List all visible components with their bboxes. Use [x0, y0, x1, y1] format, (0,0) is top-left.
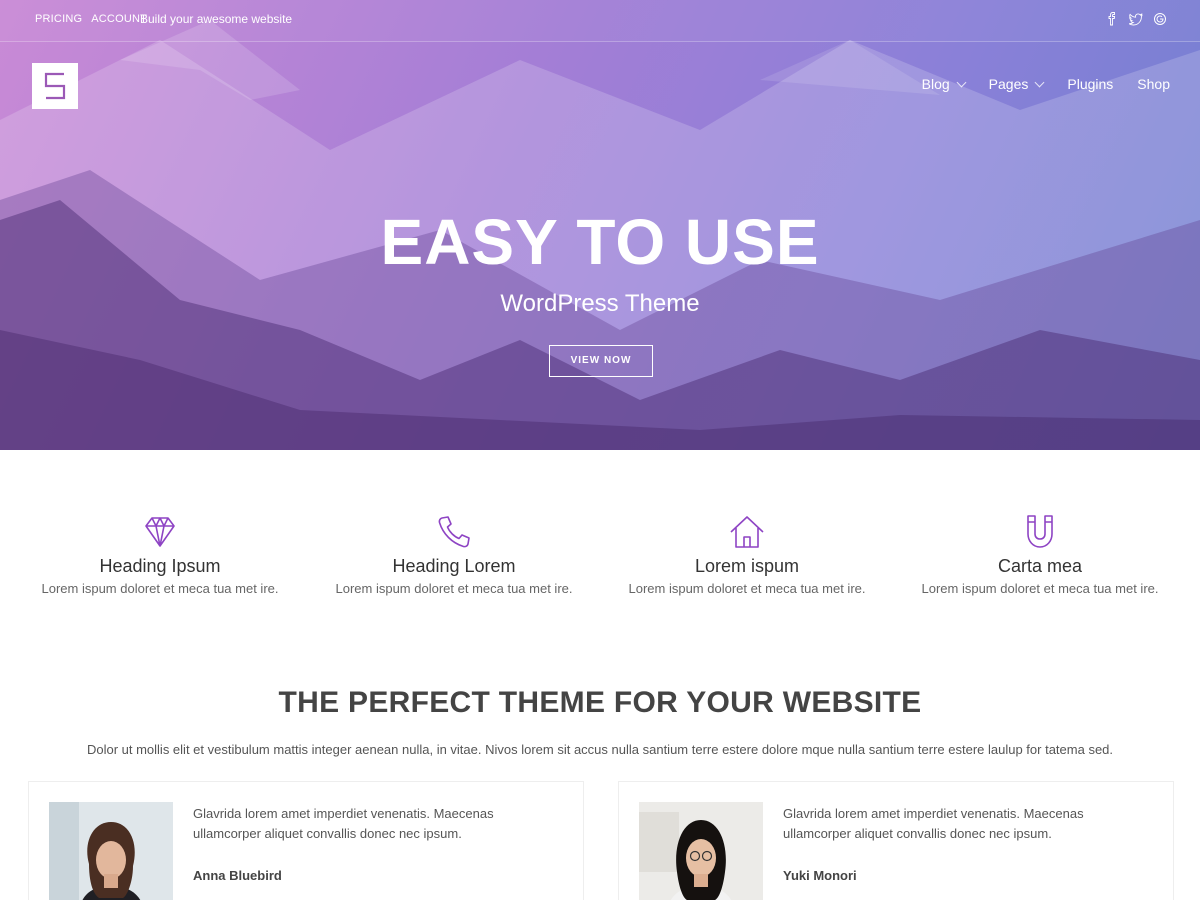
home-icon: [730, 516, 764, 548]
feature-title: Heading Ipsum: [99, 556, 221, 576]
testimonial-name: Yuki Monori: [783, 868, 857, 883]
top-bar: PRICING ACCOUNT Build your awesome websit…: [0, 0, 1200, 42]
feature-item: Carta mea Lorem ispum doloret et meca tu…: [893, 512, 1187, 596]
site-tagline: Build your awesome website: [140, 12, 293, 26]
account-link[interactable]: ACCOUNT: [91, 13, 147, 25]
feature-text: Lorem ispum doloret et meca tua met ire.: [41, 581, 279, 596]
pricing-link[interactable]: PRICING: [35, 13, 82, 25]
nav-item-pages[interactable]: Pages: [988, 76, 1045, 92]
google-icon[interactable]: [1153, 12, 1167, 26]
nav-pages-label: Pages: [988, 76, 1029, 92]
logo-s-icon: [44, 72, 66, 100]
feature-text: Lorem ispum doloret et meca tua met ire.: [921, 581, 1159, 596]
chevron-down-icon: [1034, 77, 1045, 87]
testimonial-quote: Glavrida lorem amet imperdiet venenatis.…: [783, 806, 1084, 841]
main-nav: Blog Pages Plugins Shop: [922, 76, 1170, 92]
chevron-down-icon: [956, 77, 967, 87]
avatar: [639, 802, 763, 900]
view-now-button[interactable]: VIEW NOW: [549, 345, 653, 377]
feature-text: Lorem ispum doloret et meca tua met ire.: [335, 581, 573, 596]
top-links: PRICING ACCOUNT: [35, 13, 156, 25]
testimonial-quote: Glavrida lorem amet imperdiet venenatis.…: [193, 806, 494, 841]
facebook-icon[interactable]: [1105, 12, 1119, 26]
avatar: [49, 802, 173, 900]
nav-blog-label: Blog: [921, 76, 950, 92]
feature-title: Carta mea: [997, 556, 1083, 576]
feature-item: Heading Lorem Lorem ispum doloret et mec…: [307, 512, 601, 596]
feature-title: Lorem ispum: [694, 556, 800, 576]
nav-item-shop[interactable]: Shop: [1137, 76, 1170, 92]
twitter-icon[interactable]: [1128, 12, 1143, 26]
feature-item: Heading Ipsum Lorem ispum doloret et mec…: [13, 512, 307, 596]
testimonial-card: Glavrida lorem amet imperdiet venenatis.…: [28, 781, 584, 900]
hero-title: EASY TO USE: [380, 206, 820, 278]
feature-text: Lorem ispum doloret et meca tua met ire.: [628, 581, 866, 596]
testimonial-card: Glavrida lorem amet imperdiet venenatis.…: [618, 781, 1174, 900]
hero-subtitle: WordPress Theme: [500, 290, 700, 317]
site-logo[interactable]: [32, 63, 78, 109]
phone-icon: [438, 516, 470, 548]
nav-item-blog[interactable]: Blog: [921, 76, 967, 92]
feature-item: Lorem ispum Lorem ispum doloret et meca …: [600, 512, 894, 596]
nav-item-plugins[interactable]: Plugins: [1067, 76, 1113, 92]
nav-plugins-label: Plugins: [1067, 76, 1114, 92]
hero-banner: PRICING ACCOUNT Build your awesome websit…: [0, 0, 1200, 450]
nav-shop-label: Shop: [1137, 76, 1170, 92]
magnet-icon: [1027, 515, 1053, 548]
testimonial-name: Anna Bluebird: [193, 868, 282, 883]
feature-title: Heading Lorem: [392, 556, 516, 576]
social-links: [1105, 12, 1167, 26]
diamond-icon: [145, 517, 175, 547]
section-title: THE PERFECT THEME FOR YOUR WEBSITE: [278, 686, 922, 719]
section-text: Dolor ut mollis elit et vestibulum matti…: [86, 742, 1114, 757]
